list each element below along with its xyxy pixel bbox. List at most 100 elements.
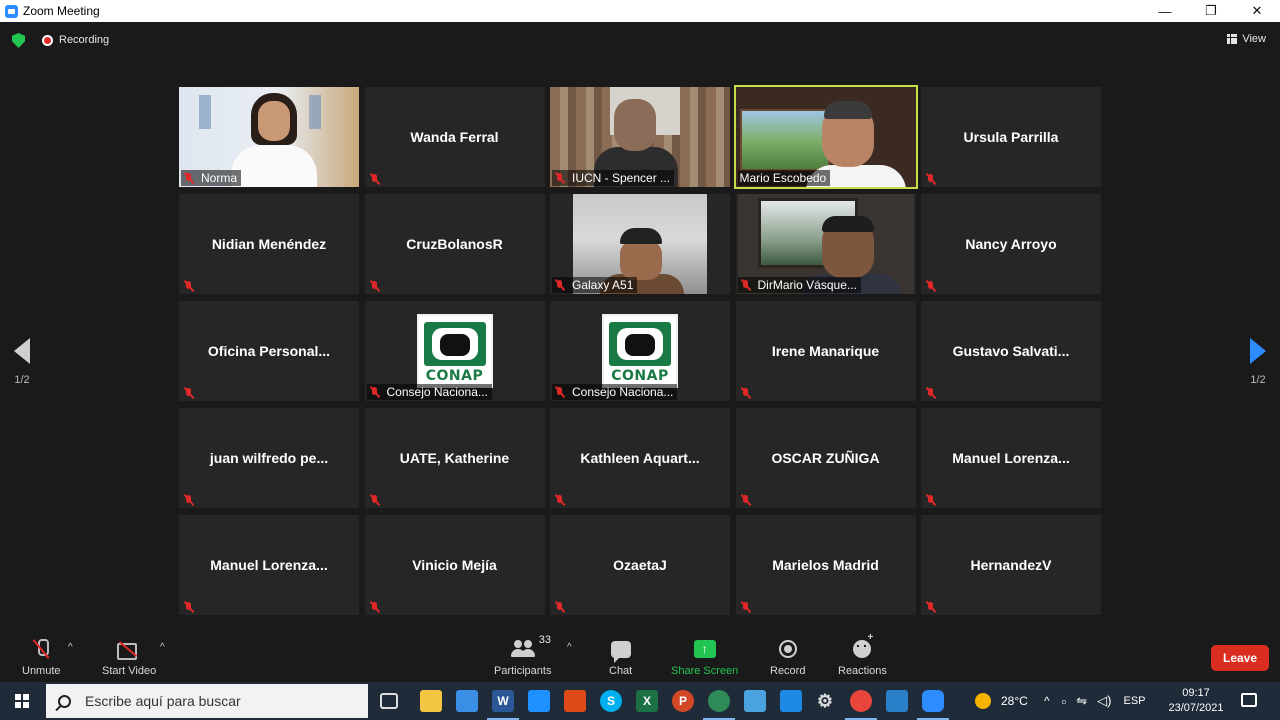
participant-tile[interactable]: Kathleen Aquart... bbox=[550, 408, 730, 508]
participant-name: Gustavo Salvati... bbox=[952, 343, 1070, 359]
participant-tile[interactable]: CONAP Consejo Naciona... bbox=[364, 301, 545, 401]
tray-chevron-icon[interactable]: ^ bbox=[1044, 694, 1050, 708]
record-button[interactable]: Record bbox=[770, 638, 805, 677]
participant-label: Consejo Naciona... bbox=[552, 384, 678, 400]
calendar-icon[interactable] bbox=[780, 690, 802, 712]
recording-label: Recording bbox=[59, 34, 110, 46]
participants-button[interactable]: 33 Participants bbox=[494, 634, 551, 677]
file-explorer-icon[interactable] bbox=[420, 690, 442, 712]
participant-label bbox=[367, 279, 391, 293]
participants-options-caret[interactable]: ^ bbox=[567, 642, 572, 653]
page-indicator-right: 1/2 bbox=[1250, 374, 1266, 386]
participant-tile[interactable]: CONAP Consejo Naciona... bbox=[550, 301, 730, 401]
window-title-bar: Zoom Meeting — ❐ ✕ bbox=[0, 0, 1280, 22]
participant-tile[interactable]: IUCN - Spencer ... bbox=[550, 87, 730, 187]
reactions-button[interactable]: Reactions bbox=[838, 632, 887, 677]
taskbar-search-box[interactable]: Escribe aquí para buscar bbox=[46, 684, 368, 718]
mail-icon[interactable] bbox=[528, 690, 550, 712]
participant-name: UATE, Katherine bbox=[399, 450, 510, 466]
conap-logo: CONAP bbox=[416, 314, 493, 388]
search-icon bbox=[58, 694, 71, 708]
previous-page-button[interactable]: 1/2 bbox=[14, 338, 30, 386]
muted-mic-icon bbox=[554, 494, 566, 506]
muted-mic-icon bbox=[369, 173, 381, 185]
security-shield-icon[interactable] bbox=[12, 33, 25, 48]
leave-button[interactable]: Leave bbox=[1211, 645, 1269, 671]
participant-label: DirMario Vásque... bbox=[737, 277, 861, 293]
participant-tile[interactable]: DirMario Vásque... bbox=[735, 194, 916, 294]
minimize-button[interactable]: — bbox=[1142, 0, 1188, 22]
unmute-button[interactable]: Unmute bbox=[22, 638, 61, 677]
notifications-icon[interactable] bbox=[1241, 693, 1257, 707]
edge-icon[interactable] bbox=[708, 690, 730, 712]
participant-tile[interactable]: UATE, Katherine bbox=[364, 408, 545, 508]
device-icon[interactable]: ▫ bbox=[1062, 694, 1067, 709]
audio-options-caret[interactable]: ^ bbox=[68, 642, 73, 653]
clock-date: 23/07/2021 bbox=[1168, 702, 1224, 714]
participant-name: Consejo Naciona... bbox=[386, 385, 488, 399]
office-icon[interactable] bbox=[564, 690, 586, 712]
chrome-icon[interactable] bbox=[850, 690, 872, 712]
participant-tile[interactable]: Manuel Lorenza... bbox=[921, 408, 1101, 508]
participant-name: Consejo Naciona... bbox=[572, 385, 674, 399]
participant-label bbox=[923, 279, 947, 293]
volume-icon[interactable]: ◁) bbox=[1097, 693, 1111, 709]
zoom-taskbar-icon[interactable] bbox=[922, 690, 944, 712]
monkey-emblem-icon bbox=[423, 322, 486, 366]
skype-icon[interactable]: S bbox=[600, 690, 622, 712]
chat-button[interactable]: Chat bbox=[609, 638, 632, 677]
participant-tile[interactable]: Galaxy A51 bbox=[550, 194, 730, 294]
record-icon bbox=[778, 640, 797, 658]
participant-tile[interactable]: CruzBolanosR bbox=[364, 194, 545, 294]
store-icon[interactable] bbox=[456, 690, 478, 712]
settings-gear-icon[interactable]: ⚙ bbox=[814, 690, 836, 712]
documents-icon[interactable] bbox=[744, 690, 766, 712]
active-speaker-tile[interactable]: Mario Escobedo bbox=[733, 85, 918, 189]
next-page-button[interactable]: 1/2 bbox=[1250, 338, 1266, 386]
share-screen-button[interactable]: ↑ Share Screen bbox=[671, 638, 738, 677]
participant-tile[interactable]: HernandezV bbox=[921, 515, 1101, 615]
photos-icon[interactable] bbox=[886, 690, 908, 712]
participant-name: Galaxy A51 bbox=[572, 278, 634, 292]
muted-mic-icon bbox=[925, 280, 937, 292]
participant-label bbox=[923, 600, 947, 614]
weather-widget[interactable]: 28°C bbox=[975, 682, 1028, 720]
participant-tile[interactable]: Vinicio Mejía bbox=[364, 515, 545, 615]
view-button[interactable]: View bbox=[1227, 33, 1266, 45]
participant-tile[interactable]: Gustavo Salvati... bbox=[921, 301, 1101, 401]
participant-tile[interactable]: Irene Manarique bbox=[735, 301, 916, 401]
excel-icon[interactable]: X bbox=[636, 690, 658, 712]
word-icon[interactable]: W bbox=[492, 690, 514, 712]
restore-button[interactable]: ❐ bbox=[1188, 0, 1234, 22]
participant-tile[interactable]: Nancy Arroyo bbox=[921, 194, 1101, 294]
participant-tile[interactable]: Manuel Lorenza... bbox=[179, 515, 359, 615]
start-video-button[interactable]: Start Video bbox=[102, 638, 156, 677]
network-icon[interactable]: ⇋ bbox=[1076, 693, 1087, 709]
participant-tile[interactable]: OzaetaJ bbox=[550, 515, 730, 615]
participant-tile[interactable]: Nidian Menéndez bbox=[179, 194, 359, 294]
close-button[interactable]: ✕ bbox=[1234, 0, 1280, 22]
windows-start-icon[interactable] bbox=[15, 694, 29, 708]
muted-mic-icon bbox=[183, 280, 195, 292]
participant-tile[interactable]: Ursula Parrilla bbox=[921, 87, 1101, 187]
powerpoint-icon[interactable]: P bbox=[672, 690, 694, 712]
participant-tile[interactable]: juan wilfredo pe... bbox=[179, 408, 359, 508]
reactions-label: Reactions bbox=[838, 665, 887, 677]
participant-tile[interactable]: Marielos Madrid bbox=[735, 515, 916, 615]
participant-label bbox=[367, 600, 391, 614]
muted-mic-icon bbox=[925, 601, 937, 613]
task-view-icon[interactable] bbox=[380, 693, 398, 709]
muted-mic-icon bbox=[554, 279, 566, 291]
language-indicator[interactable]: ESP bbox=[1123, 695, 1145, 707]
participant-tile[interactable]: Norma bbox=[179, 87, 359, 187]
taskbar-clock[interactable]: 09:17 23/07/2021 bbox=[1165, 686, 1227, 716]
meeting-controls-bar: Unmute ^ Start Video ^ 33 Participants ^… bbox=[0, 630, 1280, 682]
participant-tile[interactable]: Oficina Personal... bbox=[179, 301, 359, 401]
video-options-caret[interactable]: ^ bbox=[160, 642, 165, 653]
recording-indicator[interactable]: Recording bbox=[42, 34, 109, 46]
participant-tile[interactable]: OSCAR ZUÑIGA bbox=[735, 408, 916, 508]
muted-mic-icon bbox=[925, 173, 937, 185]
participant-label bbox=[552, 600, 576, 614]
participant-name: Mario Escobedo bbox=[739, 171, 827, 185]
participant-tile[interactable]: Wanda Ferral bbox=[364, 87, 545, 187]
